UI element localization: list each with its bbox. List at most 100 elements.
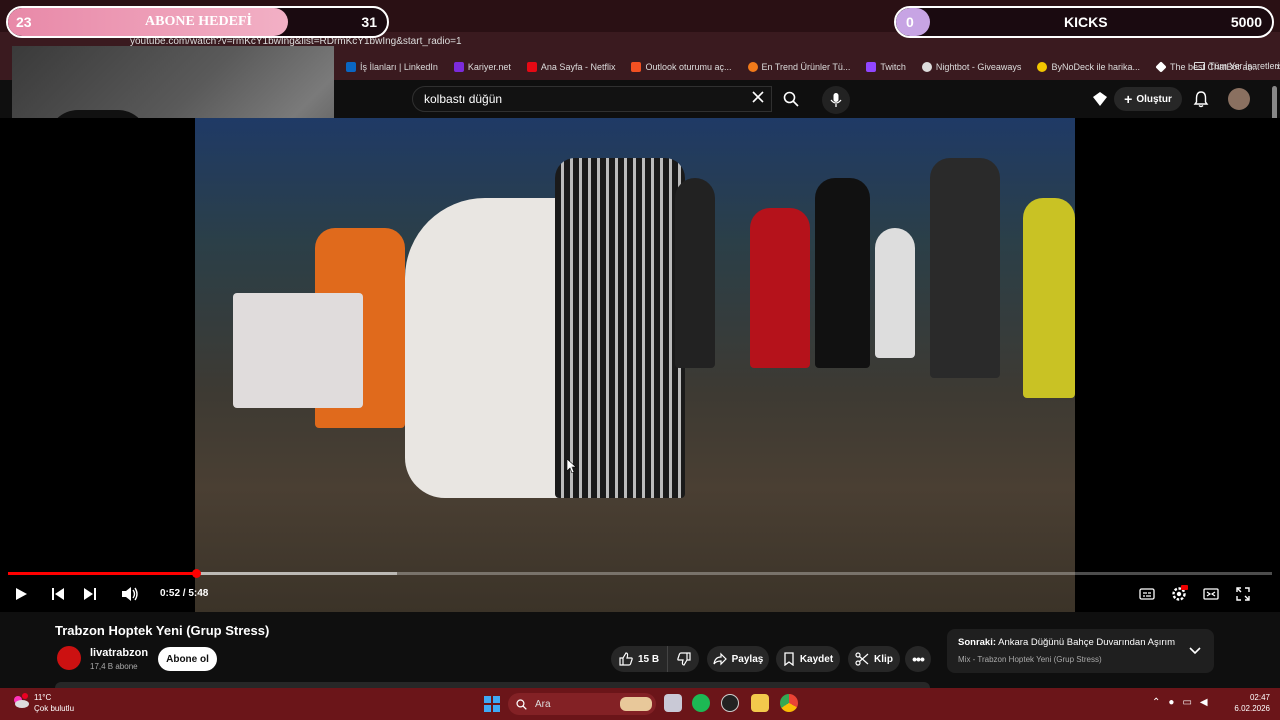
bookmark-bynodeck[interactable]: ByNoDeck ile harika... [1037, 62, 1140, 72]
chevron-up-icon[interactable]: ⌃ [1152, 697, 1160, 708]
all-bookmarks-button[interactable]: Tüm Yer İşaretleri [1194, 61, 1280, 71]
up-next-card[interactable] [947, 629, 1214, 673]
bookmark-linkedin[interactable]: İş İlanları | LinkedIn [346, 62, 438, 72]
share-button[interactable]: Paylaş [707, 646, 769, 672]
bookmark-nightbot[interactable]: Nightbot - Giveaways [921, 62, 1021, 72]
play-icon [16, 588, 27, 600]
weather-description: Çok bulutlu [34, 704, 75, 713]
twitch-icon [866, 62, 877, 72]
play-button[interactable] [11, 584, 31, 604]
video-player[interactable] [195, 118, 1075, 612]
account-avatar[interactable] [1228, 88, 1250, 110]
skip-previous-icon [52, 588, 64, 600]
premium-gem-icon[interactable] [1092, 91, 1108, 107]
clock-time: 02:47 [1249, 693, 1270, 702]
kicks-goal-title: KICKS [1064, 14, 1108, 30]
chrome-icon[interactable] [780, 694, 798, 712]
close-icon [752, 91, 764, 103]
expand-up-next-button[interactable] [1188, 643, 1204, 659]
search-highlight-icon [620, 697, 652, 711]
taskbar-clock[interactable]: 02:47 6.02.2026 [1228, 693, 1270, 713]
captions-icon [1139, 588, 1155, 600]
kariyer-icon [453, 62, 464, 72]
trendyol-icon [747, 62, 758, 72]
bookmark-netflix[interactable]: Ana Sayfa - Netflix [526, 62, 615, 72]
network-icon[interactable]: ▭ [1182, 697, 1191, 708]
gear-icon [1172, 585, 1188, 601]
progress-played [8, 572, 197, 575]
search-icon [516, 698, 527, 710]
volume-button[interactable] [120, 584, 140, 604]
bookmark-icon [784, 652, 794, 666]
bynodeck-icon [1037, 62, 1048, 72]
miniplayer-button[interactable] [1201, 584, 1221, 604]
dislike-button[interactable] [667, 646, 699, 672]
plus-icon: + [1124, 91, 1133, 107]
previous-button[interactable] [48, 584, 68, 604]
channel-avatar[interactable] [57, 646, 81, 670]
system-tray[interactable]: ⌃ ● ▭ ◀ [1152, 697, 1208, 708]
table [233, 293, 363, 408]
kicks-goal-bar: 0 KICKS 5000 [894, 6, 1274, 38]
subscribe-button[interactable]: Abone ol [158, 647, 217, 671]
create-button[interactable]: + Oluştur [1114, 87, 1182, 111]
folder-icon [1194, 62, 1205, 70]
chatbot-icon [1155, 61, 1167, 73]
netflix-icon [526, 62, 537, 72]
obs-icon[interactable] [721, 694, 739, 712]
mouse-cursor [566, 458, 577, 476]
search-button[interactable] [776, 86, 806, 112]
channel-name[interactable]: livatrabzon [90, 647, 148, 659]
crowd-person [875, 228, 915, 358]
bookmark-twitch[interactable]: Twitch [866, 62, 906, 72]
time-display: 0:52 / 5:48 [160, 588, 209, 599]
clip-button[interactable]: Klip [848, 646, 900, 672]
notifications-button[interactable] [1192, 90, 1210, 108]
taskbar-search[interactable]: Ara [508, 693, 656, 715]
file-explorer-icon[interactable] [751, 694, 769, 712]
voice-search-button[interactable] [822, 86, 850, 114]
subscriber-count: 17,4 B abone [90, 662, 138, 671]
weather-icon[interactable] [12, 692, 30, 710]
nightbot-icon [921, 62, 932, 72]
clear-search-button[interactable] [748, 88, 768, 110]
search-query[interactable]: kolbastı düğün [424, 92, 502, 106]
kicks-goal-current: 0 [906, 14, 914, 30]
subscriber-goal-bar: 23 ABONE HEDEFİ 31 [6, 6, 389, 38]
chevron-down-icon [1189, 647, 1201, 655]
video-letterbox-right [1075, 118, 1280, 612]
windows-logo-tile [484, 705, 491, 712]
spotify-icon[interactable] [692, 694, 710, 712]
volume-icon [122, 587, 138, 601]
more-actions-button[interactable]: ••• [905, 646, 931, 672]
start-button[interactable] [484, 696, 500, 712]
bookmark-kariyer[interactable]: Kariyer.net [453, 62, 511, 72]
task-view-icon[interactable] [664, 694, 682, 712]
dancer-striped [555, 158, 685, 498]
save-button[interactable]: Kaydet [776, 646, 840, 672]
microphone-icon[interactable]: ● [1168, 697, 1174, 708]
kicks-goal-target: 5000 [1230, 14, 1262, 30]
speaker-icon[interactable]: ◀ [1200, 697, 1208, 708]
like-button[interactable]: 15 B [611, 646, 667, 672]
up-next-title[interactable]: Sonraki: Ankara Düğünü Bahçe Duvarından … [958, 637, 1175, 648]
search-icon [783, 91, 799, 107]
thumbs-up-icon [619, 652, 633, 666]
skip-next-icon [84, 588, 96, 600]
more-horizontal-icon: ••• [912, 651, 925, 667]
bell-icon [1193, 91, 1209, 108]
crowd-person [1023, 198, 1075, 398]
settings-button[interactable] [1169, 584, 1189, 604]
next-button[interactable] [80, 584, 100, 604]
fullscreen-button[interactable] [1233, 584, 1253, 604]
subtitles-button[interactable] [1137, 584, 1157, 604]
up-next-playlist: Mix - Trabzon Hoptek Yeni (Grup Stress) [958, 655, 1102, 664]
bookmark-outlook[interactable]: Outlook oturumu aç... [631, 62, 732, 72]
bookmark-trendyol[interactable]: En Trend Ürünler Tü... [747, 62, 850, 72]
subscriber-goal-current: 23 [16, 14, 32, 30]
scissors-icon [855, 652, 869, 666]
crowd-person [750, 208, 810, 368]
subscriber-goal-title: ABONE HEDEFİ [145, 14, 252, 29]
expand-icon [1236, 587, 1250, 601]
microphone-icon [830, 93, 842, 107]
